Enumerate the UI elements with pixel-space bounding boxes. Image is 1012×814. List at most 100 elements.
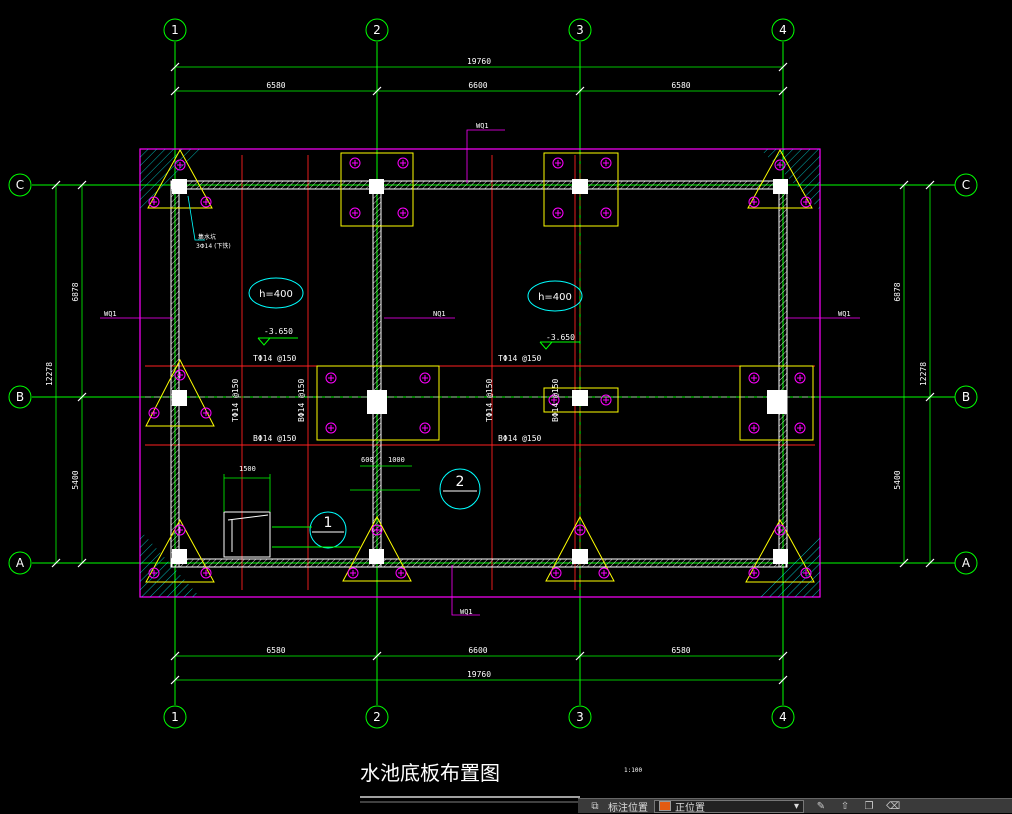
elevation-texts: -3.650 -3.650 bbox=[264, 327, 575, 342]
annotation-position-label: 标注位置 bbox=[608, 802, 648, 814]
axis-label-3-bottom: 3 bbox=[576, 710, 584, 724]
dim-top-seg3: 6580 bbox=[671, 81, 690, 90]
layer-dropdown-value: 正位置 bbox=[675, 802, 705, 814]
wall-leaders bbox=[100, 129, 860, 616]
rebar-vertical-2: BΦ14 @150 bbox=[297, 378, 306, 422]
pile-symbol bbox=[748, 372, 760, 384]
axis-label-a-right: A bbox=[962, 556, 971, 570]
pile-symbol bbox=[598, 567, 610, 579]
pile-symbol bbox=[347, 567, 359, 579]
elevation-markers bbox=[257, 337, 580, 350]
pile-symbol bbox=[419, 422, 431, 434]
pile-symbol bbox=[349, 157, 361, 169]
axis-grid bbox=[32, 42, 955, 705]
pile-symbol bbox=[550, 567, 562, 579]
axis-labels: 1 2 3 4 1 2 3 4 C B A C B A bbox=[16, 23, 971, 724]
wall-tag-left: WQ1 bbox=[104, 310, 117, 318]
layer-color-swatch bbox=[659, 801, 671, 811]
chevron-down-icon: ▾ bbox=[793, 800, 799, 812]
rebar-bottom-left: BΦ14 @150 bbox=[253, 434, 297, 443]
dim-bottom-total: 19760 bbox=[467, 670, 491, 679]
rebar-top-left: TΦ14 @150 bbox=[253, 354, 297, 363]
axis-label-4-top: 4 bbox=[779, 23, 787, 37]
pile-symbol bbox=[395, 567, 407, 579]
layer-icon[interactable]: ⧉ bbox=[588, 801, 602, 812]
detail-marker-lines bbox=[312, 490, 477, 533]
dim-left-total: 12278 bbox=[45, 362, 54, 386]
layer-toolbar: ⧉ 标注位置 正位置 ▾ ✎ ⇧ ❐ ⌫ bbox=[578, 798, 1012, 814]
pile-symbol bbox=[552, 157, 564, 169]
axis-label-b-right: B bbox=[962, 390, 970, 404]
axis-label-2-bottom: 2 bbox=[373, 710, 381, 724]
dim-top-total: 19760 bbox=[467, 57, 491, 66]
dim-left-upper: 6878 bbox=[71, 282, 80, 301]
pile-symbol bbox=[600, 207, 612, 219]
sump-note-line-1: 集水坑 bbox=[198, 233, 216, 241]
dim-right-total: 12278 bbox=[919, 362, 928, 386]
elevation-right: -3.650 bbox=[546, 333, 575, 342]
dim-right-upper: 6878 bbox=[893, 282, 902, 301]
copy-icon[interactable]: ❐ bbox=[862, 801, 876, 812]
sump-pit bbox=[223, 511, 360, 558]
elevation-left: -3.650 bbox=[264, 327, 293, 336]
drawing-title: 水池底板布置图 bbox=[360, 761, 500, 785]
dim-left-lower: 5400 bbox=[71, 470, 80, 489]
axis-label-b-left: B bbox=[16, 390, 24, 404]
pile-symbol bbox=[148, 196, 160, 208]
thickness-texts: h=400 h=400 bbox=[259, 289, 572, 303]
rebar-bottom-right: BΦ14 @150 bbox=[498, 434, 542, 443]
rebar-lines bbox=[145, 155, 815, 590]
pile-symbol bbox=[552, 207, 564, 219]
dim-bottom-seg3: 6580 bbox=[671, 646, 690, 655]
pile-symbol bbox=[200, 196, 212, 208]
detail-marker-2: 2 bbox=[456, 474, 465, 490]
pile-symbol bbox=[349, 207, 361, 219]
dim-top-seg2: 6600 bbox=[468, 81, 487, 90]
axis-label-4-bottom: 4 bbox=[779, 710, 787, 724]
layer-dropdown[interactable]: 正位置 ▾ bbox=[654, 799, 804, 814]
pile-symbol bbox=[600, 157, 612, 169]
piles bbox=[148, 157, 812, 579]
pile-symbol bbox=[397, 157, 409, 169]
axis-label-2-top: 2 bbox=[373, 23, 381, 37]
detail-marker-1: 1 bbox=[324, 515, 333, 531]
axis-label-c-left: C bbox=[16, 178, 24, 192]
axis-label-a-left: A bbox=[16, 556, 25, 570]
pile-symbol bbox=[794, 422, 806, 434]
slab-thickness-left: h=400 bbox=[259, 289, 293, 300]
dim-1000: 1000 bbox=[388, 456, 405, 464]
pile-symbol bbox=[800, 196, 812, 208]
dim-bottom-seg1: 6580 bbox=[266, 646, 285, 655]
wall-tag-right: WQ1 bbox=[838, 310, 851, 318]
dim-top-seg1: 6580 bbox=[266, 81, 285, 90]
drawing-scale: 1:100 bbox=[624, 767, 642, 774]
dim-right-lower: 5400 bbox=[893, 470, 902, 489]
axis-label-3-top: 3 bbox=[576, 23, 584, 37]
pile-symbol bbox=[325, 422, 337, 434]
rebar-texts: TΦ14 @150 TΦ14 @150 BΦ14 @150 BΦ14 @150 … bbox=[231, 354, 560, 443]
rebar-vertical-3: TΦ14 @150 bbox=[485, 378, 494, 422]
axis-label-1-bottom: 1 bbox=[171, 710, 179, 724]
delete-icon[interactable]: ⌫ bbox=[886, 801, 900, 812]
axis-label-1-top: 1 bbox=[171, 23, 179, 37]
wall-tags: WQ1 WQ1 WQ1 NQ1 WQ1 bbox=[104, 122, 851, 616]
pile-symbol bbox=[419, 372, 431, 384]
rebar-vertical-4: BΦ14 @150 bbox=[551, 378, 560, 422]
rebar-vertical-1: TΦ14 @150 bbox=[231, 378, 240, 422]
drawing-canvas[interactable]: 1 2 3 4 1 2 3 4 C B A C B A 19760 6580 6… bbox=[0, 0, 1012, 812]
dim-600: 600 bbox=[361, 456, 374, 464]
wall-tag-bottom: WQ1 bbox=[460, 608, 473, 616]
rebar-top-right: TΦ14 @150 bbox=[498, 354, 542, 363]
walls[interactable] bbox=[170, 180, 788, 568]
edit-icon[interactable]: ✎ bbox=[814, 801, 828, 812]
slab-thickness-right: h=400 bbox=[538, 292, 572, 303]
pile-symbol bbox=[748, 422, 760, 434]
pile-symbol bbox=[748, 196, 760, 208]
wall-tag-top: WQ1 bbox=[476, 122, 489, 130]
axis-bubbles bbox=[8, 18, 978, 729]
pile-symbol bbox=[794, 372, 806, 384]
dim-bottom-seg2: 6600 bbox=[468, 646, 487, 655]
move-icon[interactable]: ⇧ bbox=[838, 801, 852, 812]
columns[interactable] bbox=[172, 179, 788, 564]
wall-tag-inner: NQ1 bbox=[433, 310, 446, 318]
